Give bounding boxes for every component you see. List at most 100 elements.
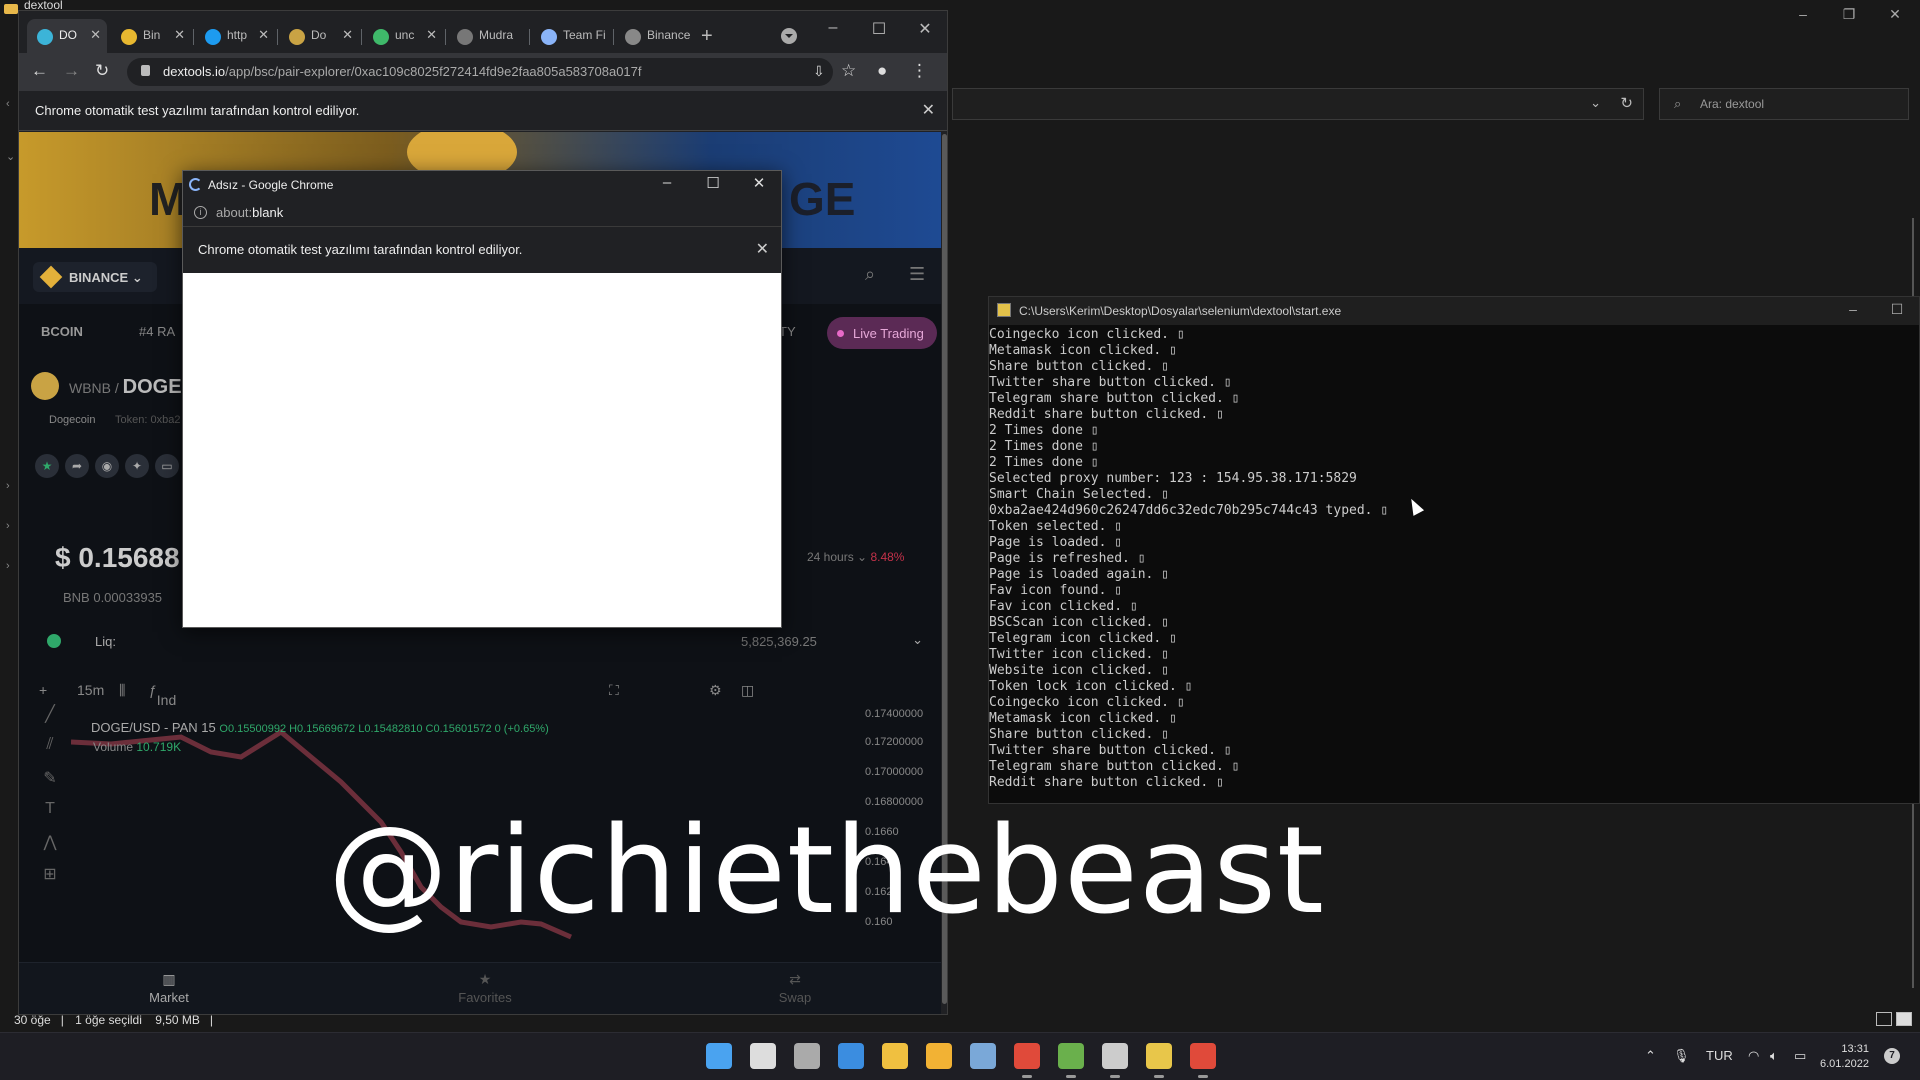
candles-icon[interactable]: ⫼: [119, 682, 125, 699]
info-icon[interactable]: i: [194, 206, 207, 219]
crosshair-icon[interactable]: +: [39, 682, 47, 698]
menu-kebab-icon[interactable]: ⋮: [911, 61, 928, 81]
chevron-down-icon[interactable]: ⌄: [912, 632, 923, 648]
tab-3[interactable]: Do ✕: [279, 19, 359, 53]
hamburger-menu-icon[interactable]: ☰: [909, 264, 925, 285]
twitter-icon[interactable]: ✦: [125, 454, 149, 478]
close-icon[interactable]: ✕: [756, 239, 769, 259]
tab-7[interactable]: Binance: [615, 19, 695, 53]
explorer-search-input[interactable]: ⌕ Ara: dextool: [1659, 88, 1909, 120]
refresh-icon[interactable]: ↻: [1620, 94, 1633, 112]
tree-expand-icon[interactable]: ›: [6, 560, 10, 572]
explorer-minimize-button[interactable]: –: [1780, 6, 1826, 22]
battery-icon[interactable]: ▭: [1794, 1048, 1806, 1064]
new-tab-button[interactable]: +: [701, 25, 713, 48]
popup-close-button[interactable]: ✕: [739, 174, 779, 192]
coingecko-icon[interactable]: ◉: [95, 454, 119, 478]
tree-expand-icon[interactable]: ›: [6, 480, 10, 492]
profile-icon[interactable]: ●: [877, 61, 887, 81]
brush-icon[interactable]: ✎: [35, 768, 65, 800]
tree-expand-icon[interactable]: ›: [6, 520, 10, 532]
language-indicator[interactable]: TUR: [1706, 1048, 1733, 1063]
console-minimize-button[interactable]: –: [1833, 301, 1873, 317]
system-clock[interactable]: 13:31 6.01.2022: [1820, 1042, 1869, 1072]
taskbar-chrome-active-icon[interactable]: [1190, 1043, 1216, 1078]
chrome-close-button[interactable]: ✕: [903, 19, 947, 39]
ticker-rank[interactable]: #4 RA: [139, 324, 175, 339]
taskbar-search-icon[interactable]: [750, 1043, 776, 1069]
nav-swap[interactable]: ⇄ Swap: [765, 971, 825, 1005]
tab-6[interactable]: Team Fi: [531, 19, 611, 53]
tab-search-icon[interactable]: [781, 28, 797, 44]
ticker-coin[interactable]: BCOIN: [41, 324, 83, 339]
taskbar-photos-icon[interactable]: [970, 1043, 996, 1069]
tiles-view-icon[interactable]: [1896, 1012, 1912, 1026]
chain-selector[interactable]: BINANCE ⌄: [33, 262, 157, 292]
close-icon[interactable]: ✕: [342, 27, 353, 43]
console-maximize-button[interactable]: ☐: [1877, 301, 1917, 318]
notification-badge[interactable]: 7: [1884, 1048, 1900, 1064]
install-app-icon[interactable]: ⇩: [813, 63, 825, 80]
website-icon[interactable]: ▭: [155, 454, 179, 478]
taskbar-python-icon[interactable]: [1146, 1043, 1172, 1078]
microphone-icon[interactable]: 🎙︎: [1673, 1048, 1690, 1064]
popup-minimize-button[interactable]: –: [647, 174, 687, 191]
wifi-icon[interactable]: ◠: [1748, 1048, 1759, 1064]
text-tool-icon[interactable]: T: [35, 800, 65, 832]
chevron-down-icon[interactable]: ⌄: [6, 150, 15, 163]
tab-1[interactable]: Bin ✕: [111, 19, 191, 53]
taskbar-store-icon[interactable]: [926, 1043, 952, 1069]
trend-line-icon[interactable]: ╱: [35, 704, 65, 736]
favorite-star-icon[interactable]: ★: [35, 454, 59, 478]
taskbar-notepad-icon[interactable]: [1058, 1043, 1084, 1078]
taskbar-chrome-icon[interactable]: [1014, 1043, 1040, 1078]
bookmark-star-icon[interactable]: ☆: [841, 61, 856, 81]
taskbar-task-view-icon[interactable]: [794, 1043, 820, 1069]
console-line: 2 Times done ▯: [989, 455, 1099, 470]
camera-icon[interactable]: ◫: [741, 682, 754, 699]
nav-favorites[interactable]: ★ Favorites: [455, 971, 515, 1005]
explorer-address-bar[interactable]: ⌄ ↻: [952, 88, 1644, 120]
fullscreen-icon[interactable]: ⛶: [609, 682, 619, 699]
chrome-minimize-button[interactable]: –: [811, 19, 855, 37]
live-trading-button[interactable]: Live Trading: [827, 317, 937, 349]
reload-icon[interactable]: ↻: [95, 61, 109, 81]
search-icon[interactable]: ⌕: [865, 264, 875, 285]
share-icon[interactable]: ➦: [65, 454, 89, 478]
close-icon[interactable]: ✕: [922, 100, 935, 120]
close-icon[interactable]: ✕: [174, 27, 185, 43]
explorer-close-button[interactable]: ✕: [1872, 6, 1918, 23]
back-icon[interactable]: ←: [31, 61, 48, 81]
tab-2[interactable]: http ✕: [195, 19, 275, 53]
close-icon[interactable]: ✕: [258, 27, 269, 43]
taskbar-file-explorer-icon[interactable]: [882, 1043, 908, 1069]
chevron-up-icon[interactable]: ⌃: [1645, 1048, 1656, 1064]
details-view-icon[interactable]: [1876, 1012, 1892, 1026]
nav-market[interactable]: ▥ Market: [139, 971, 199, 1005]
interval-button[interactable]: 15m: [77, 682, 104, 698]
taskbar-widgets-icon[interactable]: [838, 1043, 864, 1069]
settings-gear-icon[interactable]: ⚙: [709, 682, 722, 699]
address-bar[interactable]: dextools.io/app/bsc/pair-explorer/0xac10…: [127, 58, 833, 86]
popup-maximize-button[interactable]: ☐: [693, 174, 733, 192]
liquidity-row[interactable]: Liq: 5,825,369.25 ⌄: [47, 628, 927, 656]
popup-address-bar[interactable]: i about:blank: [183, 199, 781, 227]
tab-4[interactable]: unc ✕: [363, 19, 443, 53]
tab-0[interactable]: DO ✕: [27, 19, 107, 53]
close-icon[interactable]: ✕: [90, 27, 101, 43]
popup-title-text: Adsız - Google Chrome: [208, 178, 334, 192]
close-icon[interactable]: ✕: [426, 27, 437, 43]
pattern-tool-icon[interactable]: ⋀: [35, 832, 65, 864]
chrome-maximize-button[interactable]: ☐: [857, 19, 901, 39]
taskbar-chatgpt-icon[interactable]: [1102, 1043, 1128, 1078]
explorer-restore-button[interactable]: ❐: [1826, 6, 1872, 23]
indicators-button[interactable]: ƒ Ind: [149, 682, 176, 708]
measure-icon[interactable]: ⊞: [35, 864, 65, 896]
chevron-down-icon[interactable]: ⌄: [1590, 95, 1601, 111]
volume-icon[interactable]: 🔈︎: [1770, 1048, 1778, 1064]
tab-5[interactable]: Mudra: [447, 19, 527, 53]
fib-tool-icon[interactable]: ⫽: [35, 736, 65, 768]
taskbar-start-icon[interactable]: [706, 1043, 732, 1069]
forward-icon[interactable]: →: [63, 61, 80, 81]
nav-back-icon[interactable]: ‹: [6, 98, 10, 110]
